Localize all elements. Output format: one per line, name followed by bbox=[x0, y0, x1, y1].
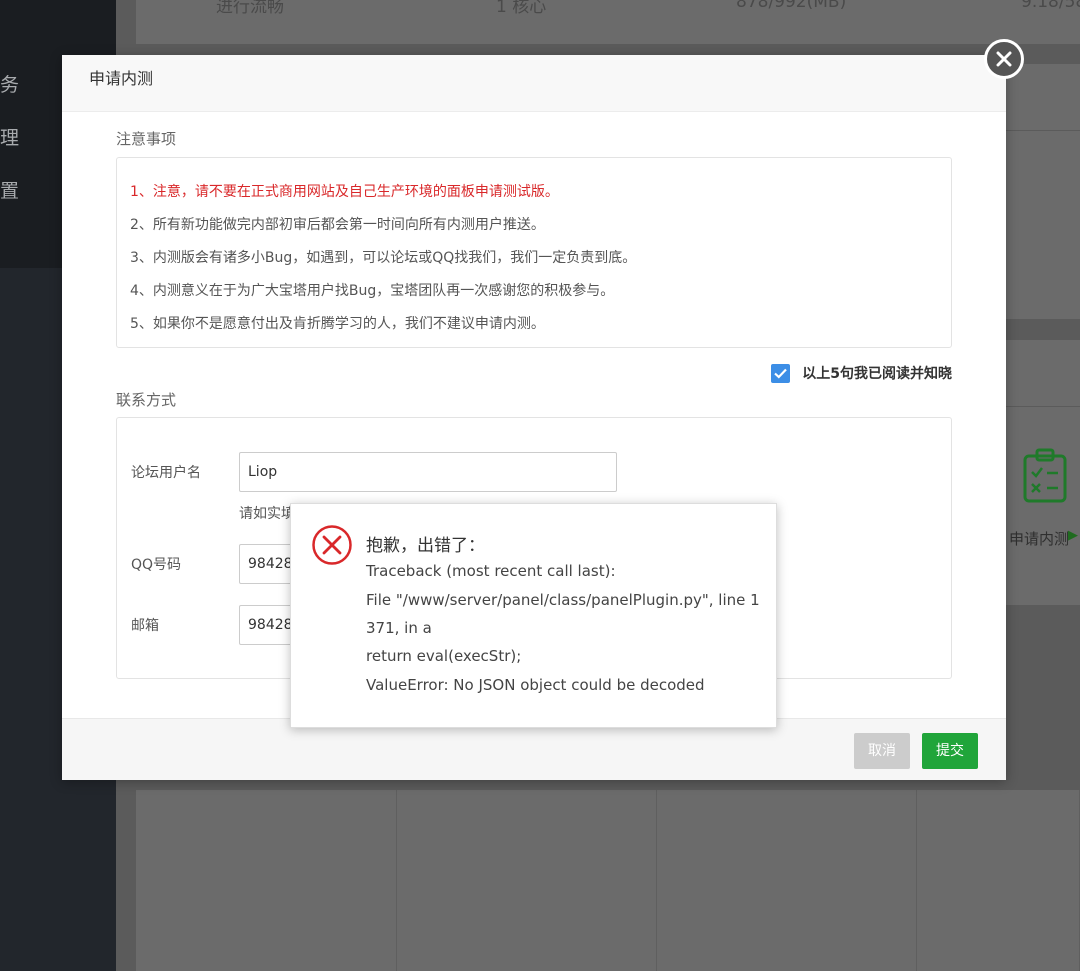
email-label: 邮箱 bbox=[131, 618, 159, 634]
close-modal-button[interactable] bbox=[984, 39, 1024, 79]
qq-label: QQ号码 bbox=[131, 557, 182, 573]
modal-title: 申请内测 bbox=[62, 55, 1006, 112]
agree-label: 以上5句我已阅读并知晓 bbox=[802, 366, 952, 382]
error-line: 371, in a bbox=[366, 619, 432, 637]
bg-tile-2 bbox=[397, 790, 657, 971]
submit-button[interactable]: 提交 bbox=[922, 733, 978, 769]
error-dialog: 抱歉，出错了： Traceback (most recent call last… bbox=[290, 503, 777, 728]
error-icon bbox=[311, 524, 353, 570]
close-icon bbox=[996, 51, 1012, 67]
username-label: 论坛用户名 bbox=[131, 465, 201, 481]
clipboard-check-icon bbox=[1022, 448, 1068, 508]
stat-load: 进行流畅 bbox=[216, 0, 284, 17]
notice-line: 5、如果你不是愿意付出及肯折腾学习的人，我们不建议申请内测。 bbox=[130, 316, 545, 332]
agree-checkbox[interactable] bbox=[771, 363, 791, 383]
notice-line: 1、注意，请不要在正式商用网站及自己生产环境的面板申请测试版。 bbox=[130, 184, 559, 200]
error-line: ValueError: No JSON object could be deco… bbox=[366, 676, 705, 694]
notice-line: 2、所有新功能做完内部初审后都会第一时间向所有内测用户推送。 bbox=[130, 217, 545, 233]
cancel-button[interactable]: 取消 bbox=[854, 733, 910, 769]
username-input[interactable]: Liop bbox=[239, 452, 617, 492]
bg-tile-3 bbox=[657, 790, 917, 971]
agree-row[interactable]: 以上5句我已阅读并知晓 bbox=[771, 363, 952, 383]
error-line: File "/www/server/panel/class/panelPlugi… bbox=[366, 591, 760, 609]
error-line: Traceback (most recent call last): bbox=[366, 562, 616, 580]
notice-line: 4、内测意义在于为广大宝塔用户找Bug，宝塔团队再一次感谢您的积极参与。 bbox=[130, 283, 615, 299]
stat-memory: 878/992(MB) bbox=[736, 0, 847, 12]
sidebar-item-manage[interactable]: 理 bbox=[0, 123, 40, 150]
stat-disk: 9.18/58 bbox=[1021, 0, 1080, 12]
username-hint: 请如实填 bbox=[239, 506, 295, 522]
contact-section-title: 联系方式 bbox=[116, 391, 177, 409]
beta-tile-label[interactable]: 申请内测 bbox=[1009, 528, 1069, 549]
notice-section-title: 注意事项 bbox=[116, 130, 177, 148]
bg-card-right-3 bbox=[1006, 340, 1080, 406]
bg-card-right-2 bbox=[1006, 131, 1080, 319]
notice-box: 1、注意，请不要在正式商用网站及自己生产环境的面板申请测试版。 2、所有新功能做… bbox=[116, 157, 952, 348]
bg-tile-1 bbox=[136, 790, 397, 971]
status-card: 进行流畅 1 核心 878/992(MB) 9.18/58 bbox=[136, 0, 1080, 44]
checkmark-icon bbox=[774, 368, 788, 379]
sidebar-item-settings[interactable]: 置 bbox=[0, 176, 40, 203]
bg-tile-4 bbox=[917, 790, 1080, 971]
sidebar-item-tasks[interactable]: 务 bbox=[0, 70, 40, 97]
error-title: 抱歉，出错了： bbox=[366, 536, 485, 556]
error-line: return eval(execStr); bbox=[366, 647, 522, 665]
notice-line: 3、内测版会有诸多小Bug，如遇到，可以论坛或QQ找我们，我们一定负责到底。 bbox=[130, 250, 637, 266]
beta-tile-arrow-icon[interactable]: ▶ bbox=[1068, 528, 1078, 543]
stat-cpu: 1 核心 bbox=[496, 0, 547, 17]
